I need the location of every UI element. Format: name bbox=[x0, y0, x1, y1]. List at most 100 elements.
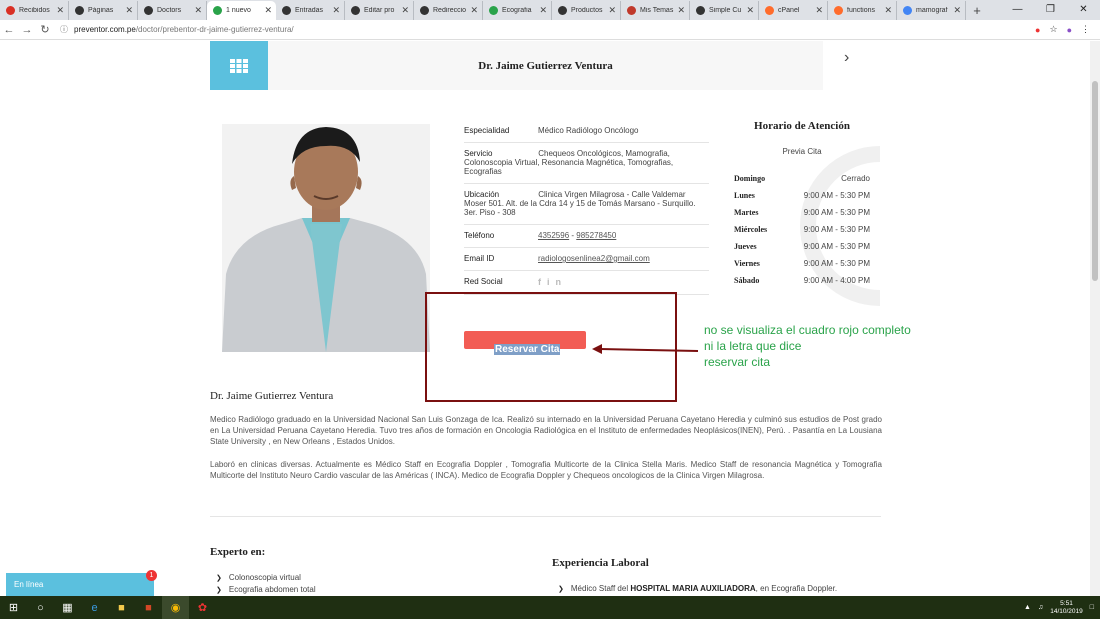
close-tab-icon[interactable]: ✕ bbox=[884, 5, 892, 16]
phone-link-2[interactable]: 985278450 bbox=[576, 231, 616, 240]
close-tab-icon[interactable]: ✕ bbox=[677, 5, 685, 16]
browser-tab[interactable]: Editar pro ✕ bbox=[345, 1, 414, 20]
page-scrollbar[interactable] bbox=[1090, 41, 1100, 596]
powerpoint-icon[interactable]: ■ bbox=[135, 596, 162, 619]
browser-tab-label: Doctors bbox=[157, 7, 182, 14]
phone-link-1[interactable]: 4352596 bbox=[538, 231, 569, 240]
forward-arrow-icon[interactable]: → bbox=[18, 24, 36, 36]
schedule-day: Sábado bbox=[734, 276, 760, 285]
facebook-icon[interactable]: f bbox=[538, 277, 547, 287]
browser-tab[interactable]: Ecografia ✕ bbox=[483, 1, 552, 20]
close-tab-icon[interactable]: ✕ bbox=[539, 5, 547, 16]
browser-tab[interactable]: 1 nuevo ✕ bbox=[207, 1, 276, 20]
browser-tab[interactable]: Simple Cu ✕ bbox=[690, 1, 759, 20]
browser-tab[interactable]: cPanel ✕ bbox=[759, 1, 828, 20]
info-key: Ubicación bbox=[464, 190, 500, 199]
search-icon[interactable]: ○ bbox=[27, 596, 54, 619]
edge-icon[interactable]: e bbox=[81, 596, 108, 619]
bio-paragraph: Medico Radiólogo graduado en la Universi… bbox=[210, 415, 882, 446]
info-row-email: Email ID radiologosenlinea2@gmail.com bbox=[464, 248, 709, 271]
schedule-hours: 9:00 AM - 5:30 PM bbox=[803, 259, 870, 268]
grid-menu-button[interactable] bbox=[210, 41, 268, 90]
close-tab-icon[interactable]: ✕ bbox=[56, 5, 64, 16]
schedule-hours: 9:00 AM - 5:30 PM bbox=[803, 242, 870, 251]
browser-tab-label: 1 nuevo bbox=[226, 7, 251, 14]
schedule-title: Horario de Atención bbox=[754, 120, 850, 132]
info-key: Red Social bbox=[464, 277, 503, 286]
browser-tab-label: Recibidos bbox=[19, 7, 50, 14]
back-arrow-icon[interactable]: ← bbox=[0, 24, 18, 36]
google-icon bbox=[903, 6, 912, 15]
schedule-row: Domingo Cerrado bbox=[734, 170, 870, 187]
scroll-thumb[interactable] bbox=[1092, 81, 1098, 281]
system-tray: ▲ ♫ 5:51 14/10/2019 □ bbox=[1024, 596, 1094, 619]
clock[interactable]: 5:51 14/10/2019 bbox=[1050, 600, 1083, 616]
schedule-day: Domingo bbox=[734, 174, 766, 183]
info-value: Médico Radiólogo Oncólogo bbox=[538, 126, 639, 135]
clock-date: 14/10/2019 bbox=[1050, 607, 1083, 615]
folder-icon[interactable]: ■ bbox=[108, 596, 135, 619]
close-tab-icon[interactable]: ✕ bbox=[746, 5, 754, 16]
browser-tab-label: Entradas bbox=[295, 7, 324, 14]
reload-icon[interactable]: ↻ bbox=[36, 23, 54, 36]
browser-tab[interactable]: functions ✕ bbox=[828, 1, 897, 20]
close-tab-icon[interactable]: ✕ bbox=[264, 5, 272, 16]
windows-start-icon[interactable]: ⊞ bbox=[0, 596, 27, 619]
close-tab-icon[interactable]: ✕ bbox=[125, 5, 133, 16]
doctor-bio: Medico Radiólogo graduado en la Universi… bbox=[210, 414, 882, 493]
work-heading: Experiencia Laboral bbox=[552, 557, 649, 569]
chat-widget[interactable]: En línea bbox=[6, 573, 154, 596]
chrome-icon[interactable]: ◉ bbox=[162, 596, 189, 619]
menu-dots-icon[interactable]: ⋮ bbox=[1081, 24, 1090, 35]
browser-tab-label: cPanel bbox=[778, 7, 800, 14]
bookmark-star-icon[interactable]: ☆ bbox=[1049, 24, 1057, 35]
schedule-day: Miércoles bbox=[734, 225, 768, 234]
wordpress-icon bbox=[351, 6, 360, 15]
close-tab-icon[interactable]: ✕ bbox=[332, 5, 340, 16]
page-content: Dr. Jaime Gutierrez Ventura › Especialid… bbox=[0, 41, 1090, 596]
notifications-icon[interactable]: □ bbox=[1090, 604, 1094, 611]
close-window-icon[interactable]: ✕ bbox=[1067, 0, 1100, 20]
chevron-right-icon[interactable]: › bbox=[844, 49, 849, 67]
schedule-day: Jueves bbox=[734, 242, 757, 251]
extension-icon[interactable]: ● bbox=[1035, 25, 1040, 35]
browser-tab[interactable]: Mis Temas ✕ bbox=[621, 1, 690, 20]
close-tab-icon[interactable]: ✕ bbox=[194, 5, 202, 16]
close-tab-icon[interactable]: ✕ bbox=[401, 5, 409, 16]
close-tab-icon[interactable]: ✕ bbox=[815, 5, 823, 16]
browser-tab[interactable]: Productos ✕ bbox=[552, 1, 621, 20]
restore-icon[interactable]: ❐ bbox=[1034, 0, 1067, 20]
email-link[interactable]: radiologosenlinea2@gmail.com bbox=[538, 254, 709, 263]
browser-tab[interactable]: Entradas ✕ bbox=[276, 1, 345, 20]
browser-tab[interactable]: Doctors ✕ bbox=[138, 1, 207, 20]
app-icon[interactable]: ✿ bbox=[189, 596, 216, 619]
linkedin-icon[interactable]: in bbox=[547, 277, 567, 287]
cpanel-icon bbox=[834, 6, 843, 15]
wordpress-icon bbox=[75, 6, 84, 15]
close-tab-icon[interactable]: ✕ bbox=[470, 5, 478, 16]
info-icon[interactable]: ⓘ bbox=[60, 24, 68, 35]
profile-avatar-icon[interactable]: ● bbox=[1067, 25, 1072, 35]
new-tab-button[interactable]: + bbox=[966, 1, 988, 20]
wordpress-icon bbox=[558, 6, 567, 15]
info-row-servicio: Servicio Chequeos Oncológicos, Mamografi… bbox=[464, 143, 709, 184]
annotation-arrow-icon bbox=[592, 344, 699, 354]
volume-icon[interactable]: ♫ bbox=[1038, 604, 1043, 611]
site-icon bbox=[489, 6, 498, 15]
network-icon[interactable]: ▲ bbox=[1024, 604, 1031, 611]
info-row-especialidad: Especialidad Médico Radiólogo Oncólogo bbox=[464, 120, 709, 143]
browser-tab[interactable]: Redireccio ✕ bbox=[414, 1, 483, 20]
doctor-info-table: Especialidad Médico Radiólogo Oncólogo S… bbox=[464, 120, 709, 295]
close-tab-icon[interactable]: ✕ bbox=[953, 5, 961, 16]
minimize-icon[interactable]: — bbox=[1001, 0, 1034, 20]
browser-tab-label: functions bbox=[847, 7, 876, 14]
chat-badge: 1 bbox=[146, 570, 157, 581]
address-bar[interactable]: ⓘ preventor.com.pe/doctor/prebentor-dr-j… bbox=[60, 24, 1010, 35]
schedule-hours: 9:00 AM - 5:30 PM bbox=[803, 191, 870, 200]
task-view-icon[interactable]: ▦ bbox=[54, 596, 81, 619]
browser-tab[interactable]: Páginas ✕ bbox=[69, 1, 138, 20]
browser-tab[interactable]: mamograf ✕ bbox=[897, 1, 966, 20]
browser-tab[interactable]: Recibidos ✕ bbox=[0, 1, 69, 20]
close-tab-icon[interactable]: ✕ bbox=[608, 5, 616, 16]
browser-tab-label: Simple Cu bbox=[709, 7, 742, 14]
